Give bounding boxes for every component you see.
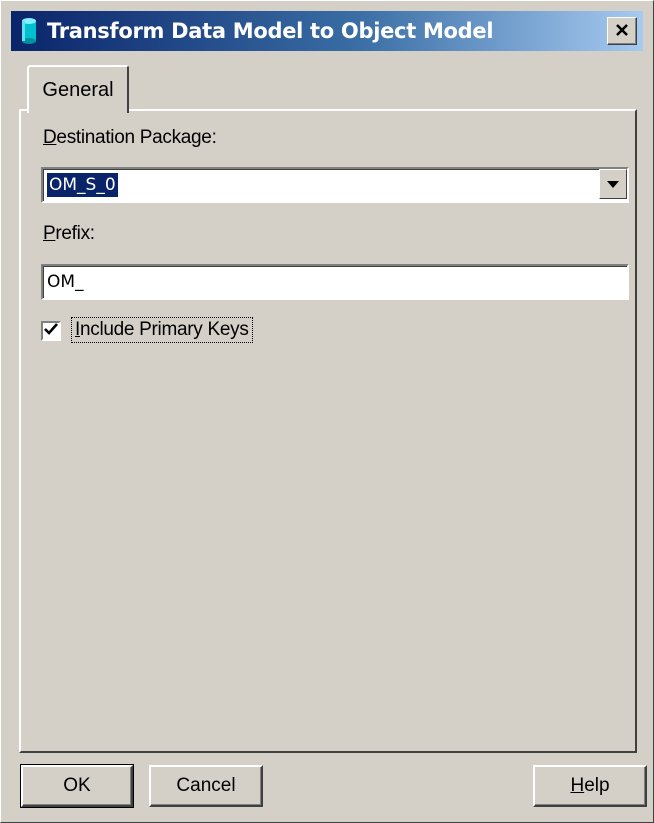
include-primary-keys-label[interactable]: Include Primary Keys <box>71 317 253 343</box>
help-button-label: Help <box>570 775 610 796</box>
close-button[interactable] <box>607 17 637 45</box>
tab-panel-general <box>19 109 637 753</box>
database-cylinder-icon <box>21 17 37 45</box>
cancel-button-label: Cancel <box>176 775 236 796</box>
tab-general[interactable]: General <box>27 65 129 113</box>
ok-button-label: OK <box>63 775 91 796</box>
checkmark-icon <box>44 322 58 340</box>
tab-general-label: General <box>42 78 114 101</box>
destination-package-label: Destination Package: <box>43 127 217 148</box>
help-button[interactable]: Help <box>533 765 647 807</box>
close-icon <box>615 20 629 42</box>
title-bar[interactable]: Transform Data Model to Object Model <box>11 11 643 51</box>
prefix-label: Prefix: <box>43 223 95 244</box>
window-title: Transform Data Model to Object Model <box>47 19 494 43</box>
cancel-button[interactable]: Cancel <box>149 765 263 807</box>
destination-package-combobox[interactable]: OM_S_0 <box>41 167 629 203</box>
chevron-down-icon <box>607 173 619 195</box>
prefix-value: OM_ <box>47 272 84 292</box>
dropdown-button[interactable] <box>599 169 627 199</box>
ok-button[interactable]: OK <box>20 764 134 808</box>
prefix-input[interactable]: OM_ <box>41 264 629 300</box>
destination-package-value: OM_S_0 <box>47 173 118 197</box>
include-primary-keys-checkbox[interactable] <box>41 321 61 341</box>
dialog-window: Transform Data Model to Object Model Gen… <box>0 0 654 823</box>
